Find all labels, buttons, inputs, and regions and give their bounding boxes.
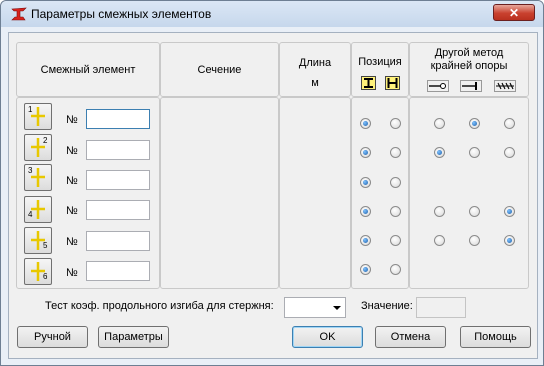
close-icon: ✕ xyxy=(508,6,520,20)
i-section-icon xyxy=(361,76,376,90)
element-button-number: 4 xyxy=(28,210,33,219)
help-button[interactable]: Помощь xyxy=(460,326,531,348)
header-position-panel: Позиция xyxy=(351,42,409,97)
parameters-button[interactable]: Параметры xyxy=(98,326,169,348)
row-number-label: № xyxy=(66,267,78,279)
position-h-radio-4[interactable] xyxy=(390,206,401,217)
support-free-radio-1[interactable] xyxy=(504,118,515,129)
manual-button[interactable]: Ручной xyxy=(17,326,88,348)
dialog-window: Параметры смежных элементов ✕ Смежный эл… xyxy=(0,0,544,366)
free-end-icon xyxy=(494,80,516,92)
header-other-method-1: Другой метод xyxy=(434,47,504,59)
ok-button[interactable]: OK xyxy=(292,326,363,348)
chevron-down-icon xyxy=(333,306,341,310)
position-i-radio-6[interactable] xyxy=(360,264,371,275)
cancel-button[interactable]: Отмена xyxy=(375,326,446,348)
support-fixed-radio-5[interactable] xyxy=(469,235,480,246)
element-5-number-input[interactable] xyxy=(86,231,150,251)
value-display xyxy=(416,297,466,318)
element-button-number: 2 xyxy=(43,136,48,145)
support-fixed-radio-4[interactable] xyxy=(469,206,480,217)
header-length: Длина xyxy=(298,57,332,69)
support-free-radio-4[interactable] xyxy=(504,206,515,217)
position-h-radio-6[interactable] xyxy=(390,264,401,275)
header-adjacent: Смежный элемент xyxy=(40,64,136,76)
length-body-panel xyxy=(279,97,351,289)
position-h-radio-2[interactable] xyxy=(390,147,401,158)
header-length-unit: м xyxy=(311,77,319,89)
element-5-button[interactable]: 5 xyxy=(24,227,52,254)
window-title: Параметры смежных элементов xyxy=(31,7,212,21)
position-h-radio-1[interactable] xyxy=(390,118,401,129)
position-i-radio-5[interactable] xyxy=(360,235,371,246)
h-section-icon xyxy=(385,76,400,90)
support-fixed-radio-2[interactable] xyxy=(469,147,480,158)
pinned-end-icon xyxy=(427,80,449,92)
row-number-label: № xyxy=(66,205,78,217)
element-2-button[interactable]: 2 xyxy=(24,134,52,161)
position-h-radio-3[interactable] xyxy=(390,177,401,188)
header-length-panel: Длина м xyxy=(279,42,351,97)
title-bar: Параметры смежных элементов ✕ xyxy=(1,1,543,27)
support-pinned-radio-2[interactable] xyxy=(434,147,445,158)
fixed-end-icon xyxy=(460,80,482,92)
support-fixed-radio-1[interactable] xyxy=(469,118,480,129)
support-pinned-radio-5[interactable] xyxy=(434,235,445,246)
close-button[interactable]: ✕ xyxy=(493,4,535,21)
app-icon xyxy=(11,7,27,21)
element-button-number: 3 xyxy=(28,166,33,175)
value-label: Значение: xyxy=(361,300,413,312)
element-3-number-input[interactable] xyxy=(86,170,150,190)
position-i-radio-2[interactable] xyxy=(360,147,371,158)
element-1-number-input[interactable] xyxy=(86,109,150,129)
position-i-radio-4[interactable] xyxy=(360,206,371,217)
support-free-radio-5[interactable] xyxy=(504,235,515,246)
section-body-panel xyxy=(160,97,279,289)
dialog-client: Смежный элемент Сечение Длина м Позиция … xyxy=(8,32,538,359)
position-i-radio-1[interactable] xyxy=(360,118,371,129)
element-6-button[interactable]: 6 xyxy=(24,258,52,285)
position-h-radio-5[interactable] xyxy=(390,235,401,246)
header-position: Позиция xyxy=(358,56,402,68)
element-button-number: 5 xyxy=(43,241,48,250)
element-4-button[interactable]: 4 xyxy=(24,196,52,223)
support-free-radio-2[interactable] xyxy=(504,147,515,158)
element-2-number-input[interactable] xyxy=(86,140,150,160)
element-4-number-input[interactable] xyxy=(86,200,150,220)
element-button-number: 6 xyxy=(43,272,48,281)
test-member-dropdown[interactable] xyxy=(284,297,346,318)
support-pinned-radio-4[interactable] xyxy=(434,206,445,217)
support-pinned-radio-1[interactable] xyxy=(434,118,445,129)
header-other-method-panel: Другой метод крайней опоры xyxy=(409,42,529,97)
element-3-button[interactable]: 3 xyxy=(24,164,52,191)
test-coefficient-label: Тест коэф. продольного изгиба для стержн… xyxy=(45,300,274,312)
element-button-number: 1 xyxy=(28,105,33,114)
position-i-radio-3[interactable] xyxy=(360,177,371,188)
header-other-method-2: крайней опоры xyxy=(430,60,508,72)
element-1-button[interactable]: 1 xyxy=(24,103,52,130)
header-adjacent-panel: Смежный элемент xyxy=(16,42,160,97)
row-number-label: № xyxy=(66,175,78,187)
element-6-number-input[interactable] xyxy=(86,261,150,281)
row-number-label: № xyxy=(66,145,78,157)
header-section: Сечение xyxy=(197,64,242,76)
row-number-label: № xyxy=(66,114,78,126)
row-number-label: № xyxy=(66,236,78,248)
header-section-panel: Сечение xyxy=(160,42,279,97)
